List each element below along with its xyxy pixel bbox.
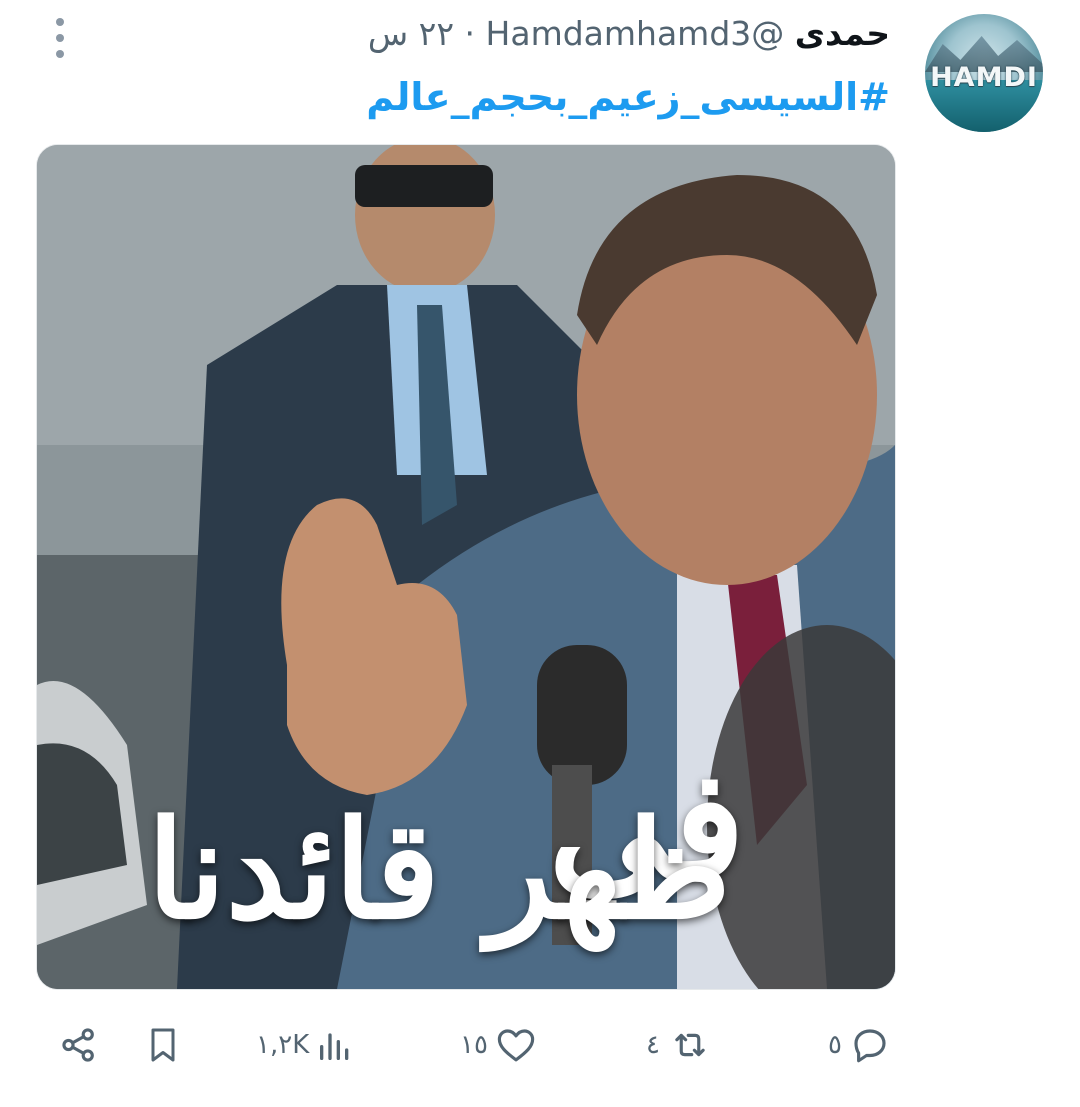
like-button[interactable]: ١٥ (460, 1020, 538, 1070)
display-name[interactable]: حمدى (795, 14, 890, 53)
more-dot-icon (56, 34, 64, 42)
views-count: ١,٢K (256, 1030, 310, 1060)
avatar[interactable]: HAMDI (925, 14, 1043, 132)
reply-icon (854, 1029, 886, 1063)
retweet-button[interactable]: ٤ (646, 1020, 714, 1070)
views-icon (320, 1033, 349, 1060)
tweet-header: حمدى @Hamdamhamd3 · ٢٢ س (368, 12, 890, 56)
user-handle[interactable]: @Hamdamhamd3 (486, 14, 785, 53)
tweet-image[interactable]: في ظهر قائدنا (36, 144, 896, 990)
tweet-time[interactable]: ٢٢ س (368, 14, 454, 53)
separator-dot: · (464, 14, 476, 53)
reply-button[interactable]: ٥ (828, 1020, 892, 1070)
bookmark-button[interactable] (143, 1020, 183, 1070)
views-button[interactable]: ١,٢K (256, 1020, 355, 1070)
retweet-count: ٤ (646, 1030, 660, 1060)
hashtag-link[interactable]: #السيسى_زعيم_بحجم_عالم (366, 72, 890, 122)
like-icon (497, 1029, 535, 1062)
share-button[interactable] (58, 1020, 100, 1070)
more-options-button[interactable] (52, 18, 68, 58)
retweet-icon (675, 1033, 705, 1057)
more-dot-icon (56, 18, 64, 26)
avatar-logo-text: HAMDI (930, 62, 1038, 93)
share-icon (62, 1028, 94, 1062)
overlay-text-line-2: ظهر قائدنا (147, 790, 731, 949)
tweet-actions: ١,٢K ١٥ ٤ ٥ (0, 1020, 1080, 1070)
bookmark-icon (151, 1028, 175, 1062)
more-dot-icon (56, 50, 64, 58)
like-count: ١٥ (460, 1030, 488, 1060)
reply-count: ٥ (828, 1030, 842, 1060)
